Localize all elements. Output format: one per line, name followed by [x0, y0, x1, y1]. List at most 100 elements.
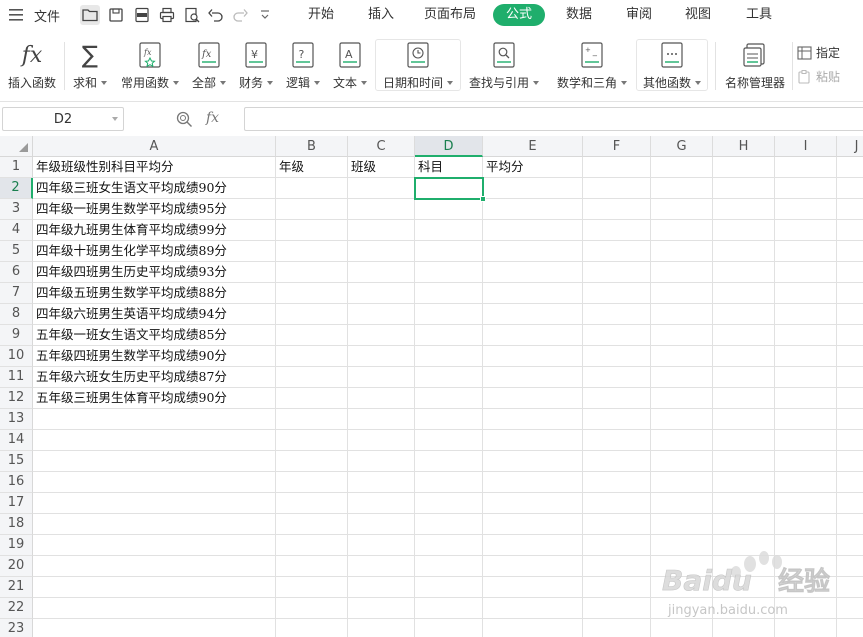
cell-f7[interactable] [583, 283, 651, 304]
cell-b16[interactable] [276, 472, 348, 493]
cell-e16[interactable] [483, 472, 583, 493]
export-pdf-icon[interactable] [132, 5, 152, 25]
cell-c9[interactable] [348, 325, 415, 346]
cell-f15[interactable] [583, 451, 651, 472]
cell-i19[interactable] [775, 535, 837, 556]
cell-g19[interactable] [651, 535, 713, 556]
paste-names-button[interactable]: 粘贴 [797, 68, 840, 85]
cell-j4[interactable] [837, 220, 863, 241]
cell-f17[interactable] [583, 493, 651, 514]
cell-h10[interactable] [713, 346, 775, 367]
cell-e23[interactable] [483, 619, 583, 637]
tab-review[interactable]: 审阅 [618, 4, 660, 26]
cell-j9[interactable] [837, 325, 863, 346]
tab-view[interactable]: 视图 [677, 4, 719, 26]
cell-a20[interactable] [33, 556, 276, 577]
cell-d7[interactable] [415, 283, 483, 304]
cell-h12[interactable] [713, 388, 775, 409]
cell-d2[interactable] [415, 178, 483, 199]
print-preview-icon[interactable] [182, 5, 202, 25]
cell-f19[interactable] [583, 535, 651, 556]
cell-d4[interactable] [415, 220, 483, 241]
row-header-23[interactable]: 23 [0, 619, 33, 637]
name-manager-button[interactable]: 名称管理器 [722, 40, 788, 91]
cell-i6[interactable] [775, 262, 837, 283]
cell-g20[interactable] [651, 556, 713, 577]
cell-g10[interactable] [651, 346, 713, 367]
cell-e8[interactable] [483, 304, 583, 325]
cell-g15[interactable] [651, 451, 713, 472]
cell-j10[interactable] [837, 346, 863, 367]
cell-j2[interactable] [837, 178, 863, 199]
cell-f18[interactable] [583, 514, 651, 535]
cell-b10[interactable] [276, 346, 348, 367]
cell-j20[interactable] [837, 556, 863, 577]
autosum-button[interactable]: ∑ 求和 [70, 40, 110, 91]
formula-input[interactable] [244, 107, 863, 131]
cell-h22[interactable] [713, 598, 775, 619]
tab-data[interactable]: 数据 [558, 4, 600, 26]
cell-c15[interactable] [348, 451, 415, 472]
cell-a16[interactable] [33, 472, 276, 493]
cell-e22[interactable] [483, 598, 583, 619]
cell-i17[interactable] [775, 493, 837, 514]
cell-a18[interactable] [33, 514, 276, 535]
cell-i22[interactable] [775, 598, 837, 619]
cell-h3[interactable] [713, 199, 775, 220]
cell-c23[interactable] [348, 619, 415, 637]
cell-d12[interactable] [415, 388, 483, 409]
cell-c20[interactable] [348, 556, 415, 577]
fx-icon[interactable]: fx [206, 110, 219, 126]
cell-e2[interactable] [483, 178, 583, 199]
cell-d23[interactable] [415, 619, 483, 637]
cell-b18[interactable] [276, 514, 348, 535]
cell-c12[interactable] [348, 388, 415, 409]
cell-g13[interactable] [651, 409, 713, 430]
cell-c10[interactable] [348, 346, 415, 367]
cell-h2[interactable] [713, 178, 775, 199]
row-header-16[interactable]: 16 [0, 472, 33, 493]
more-functions-button[interactable]: 其他函数 [638, 40, 706, 91]
cell-d3[interactable] [415, 199, 483, 220]
cell-h14[interactable] [713, 430, 775, 451]
cell-e17[interactable] [483, 493, 583, 514]
cell-i12[interactable] [775, 388, 837, 409]
cell-g18[interactable] [651, 514, 713, 535]
cell-g5[interactable] [651, 241, 713, 262]
cell-b6[interactable] [276, 262, 348, 283]
cell-h9[interactable] [713, 325, 775, 346]
row-header-4[interactable]: 4 [0, 220, 33, 241]
cell-b14[interactable] [276, 430, 348, 451]
cell-e12[interactable] [483, 388, 583, 409]
cell-f1[interactable] [583, 157, 651, 178]
cell-e19[interactable] [483, 535, 583, 556]
cell-f20[interactable] [583, 556, 651, 577]
cell-c16[interactable] [348, 472, 415, 493]
cell-h8[interactable] [713, 304, 775, 325]
name-box-dropdown-icon[interactable] [112, 117, 118, 121]
cell-h20[interactable] [713, 556, 775, 577]
cell-j3[interactable] [837, 199, 863, 220]
quick-access-more-icon[interactable] [255, 5, 275, 25]
column-header-a[interactable]: A [33, 136, 276, 157]
row-header-6[interactable]: 6 [0, 262, 33, 283]
row-header-8[interactable]: 8 [0, 304, 33, 325]
cell-j18[interactable] [837, 514, 863, 535]
cell-e11[interactable] [483, 367, 583, 388]
all-functions-button[interactable]: fx 全部 [190, 40, 228, 91]
cell-e13[interactable] [483, 409, 583, 430]
cell-a5[interactable]: 四年级十班男生化学平均成绩89分 [33, 241, 276, 262]
select-all-corner[interactable] [0, 136, 33, 157]
cell-e3[interactable] [483, 199, 583, 220]
cell-j21[interactable] [837, 577, 863, 598]
cell-b19[interactable] [276, 535, 348, 556]
cell-e18[interactable] [483, 514, 583, 535]
cell-b5[interactable] [276, 241, 348, 262]
cell-g4[interactable] [651, 220, 713, 241]
cell-e4[interactable] [483, 220, 583, 241]
column-header-j[interactable]: J [837, 136, 863, 157]
cell-f13[interactable] [583, 409, 651, 430]
undo-icon[interactable] [206, 5, 226, 25]
tab-page-layout[interactable]: 页面布局 [420, 4, 480, 26]
cell-d8[interactable] [415, 304, 483, 325]
